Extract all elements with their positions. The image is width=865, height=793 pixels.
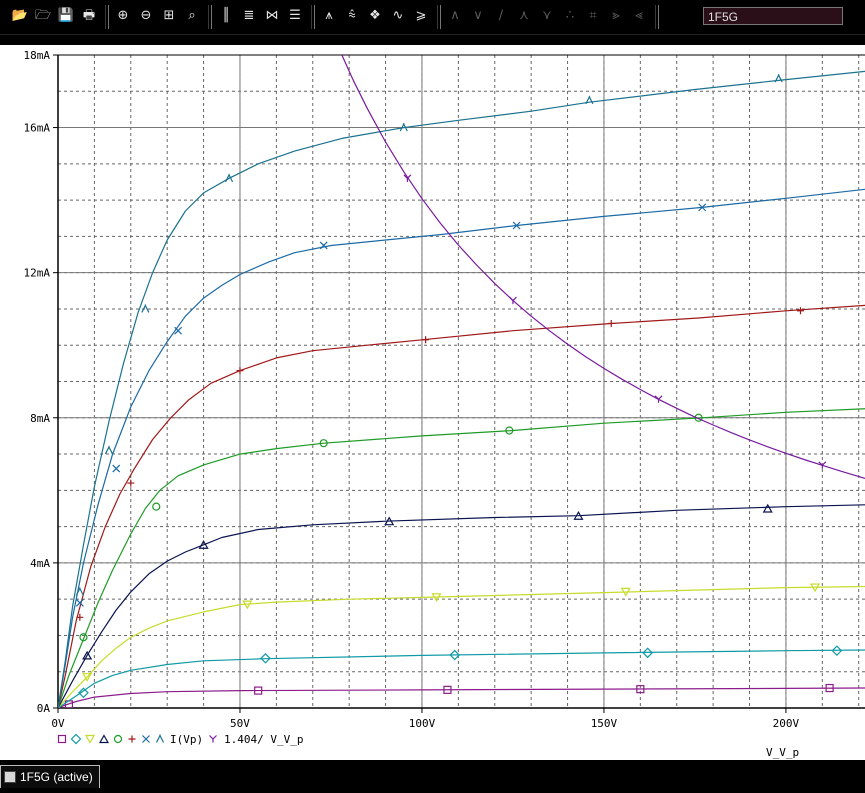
legend-label: I(Vp)	[170, 733, 203, 746]
y-tick-label: 12mA	[24, 267, 51, 280]
series-6	[58, 304, 865, 708]
zoom-in-icon[interactable]: ⊕	[113, 6, 133, 26]
series-line	[58, 504, 865, 708]
legend-marker	[155, 734, 165, 743]
legend-marker	[142, 735, 150, 743]
y-tick-label: 8mA	[30, 412, 50, 425]
series-marker	[236, 367, 244, 375]
legend-marker	[209, 735, 217, 743]
trace-select[interactable]: 1F5G	[703, 7, 843, 25]
slope-icon[interactable]: ∕	[491, 6, 511, 26]
zoom-fit-icon[interactable]: ⌕	[182, 6, 202, 26]
y-tick-label: 0A	[37, 702, 51, 715]
toolbar-separator	[655, 5, 659, 29]
eval-goal-icon[interactable]: ⩯	[342, 6, 362, 26]
series-line	[58, 687, 865, 708]
trough-icon[interactable]: ∨	[468, 6, 488, 26]
legend-marker	[128, 735, 136, 743]
x-tick-label: 150V	[591, 717, 618, 730]
color-legend-icon[interactable]: ❖	[365, 6, 385, 26]
log-x-icon[interactable]: ║	[216, 6, 236, 26]
series-4	[58, 503, 865, 708]
performance-icon[interactable]: ⋈	[262, 6, 282, 26]
series-marker	[104, 445, 113, 455]
plot-window-icon	[4, 771, 16, 783]
toolbar-separator	[105, 5, 109, 29]
x-axis-label: V_V_p	[766, 746, 799, 759]
series-marker	[152, 502, 161, 511]
series-marker	[422, 336, 430, 344]
series-2	[58, 645, 865, 708]
legend-marker	[98, 734, 110, 744]
plot-window[interactable]: 0A 4mA 8mA 12mA 16mA 18mA 0V 50V 100V 150V 200V I(V…	[0, 45, 865, 760]
legend: I(Vp) 1.404/ V_V_p	[57, 733, 303, 746]
previous-transition-icon[interactable]: ⪡	[629, 6, 649, 26]
series-marker	[112, 464, 121, 473]
open-folder-icon[interactable]: 🗁	[33, 6, 53, 26]
tab-label: 1F5G (active)	[20, 770, 93, 784]
toolbar-separator	[311, 5, 315, 29]
save-icon[interactable]: 💾	[56, 6, 76, 26]
legend-label-2: 1.404/ V_V_p	[224, 733, 303, 746]
min-icon[interactable]: ⋏	[514, 6, 534, 26]
x-tick-label: 100V	[409, 717, 436, 730]
peak-icon[interactable]: ∧	[445, 6, 465, 26]
legend-marker	[113, 734, 123, 744]
y-tick-label: 16mA	[24, 122, 51, 135]
toolbar-separator	[437, 5, 441, 29]
add-trace-icon[interactable]: ⩚	[319, 6, 339, 26]
series-marker	[796, 307, 804, 315]
max-icon[interactable]: ⋎	[537, 6, 557, 26]
open-icon[interactable]: 📂	[10, 6, 30, 26]
series-line	[58, 70, 865, 708]
mark-label-icon[interactable]: ⩾	[411, 6, 431, 26]
next-transition-icon[interactable]: ⪢	[606, 6, 626, 26]
y-tick-label: 18mA	[24, 49, 51, 62]
toolbar-shadow-band	[0, 35, 865, 45]
series-8	[58, 70, 865, 708]
y-tick-label: 4mA	[30, 557, 50, 570]
series-1	[58, 683, 865, 708]
series-marker	[319, 241, 328, 250]
chart-svg: 0A 4mA 8mA 12mA 16mA 18mA 0V 50V 100V 150V 200V I(V…	[24, 49, 865, 759]
status-bar: 1F5G (active)	[0, 760, 865, 793]
series-marker	[818, 461, 827, 469]
x-tick-label: 0V	[51, 717, 65, 730]
series-marker	[654, 395, 663, 403]
zoom-out-icon[interactable]: ⊖	[136, 6, 156, 26]
legend-marker	[57, 734, 67, 744]
window-tab-active[interactable]: 1F5G (active)	[0, 765, 100, 788]
series-marker	[607, 319, 615, 327]
search-icon[interactable]: ⌗	[583, 6, 603, 26]
print-icon[interactable]: 🖶	[79, 6, 99, 26]
log-y-icon[interactable]: ☰	[285, 6, 305, 26]
x-tick-label: 200V	[773, 717, 800, 730]
series-marker	[127, 479, 135, 487]
point-icon[interactable]: ∴	[560, 6, 580, 26]
series-line	[58, 188, 865, 708]
series-line	[58, 304, 865, 708]
zoom-area-icon[interactable]: ⊞	[159, 6, 179, 26]
cursor-icon[interactable]: ∿	[388, 6, 408, 26]
legend-marker	[84, 734, 96, 744]
fourier-icon[interactable]: ≣	[239, 6, 259, 26]
x-tick-label: 50V	[230, 717, 250, 730]
toolbar-separator	[208, 5, 212, 29]
series-line	[58, 649, 865, 708]
series-7	[58, 188, 865, 708]
legend-marker	[70, 733, 82, 745]
series-marker	[762, 503, 773, 513]
grid	[58, 55, 865, 708]
